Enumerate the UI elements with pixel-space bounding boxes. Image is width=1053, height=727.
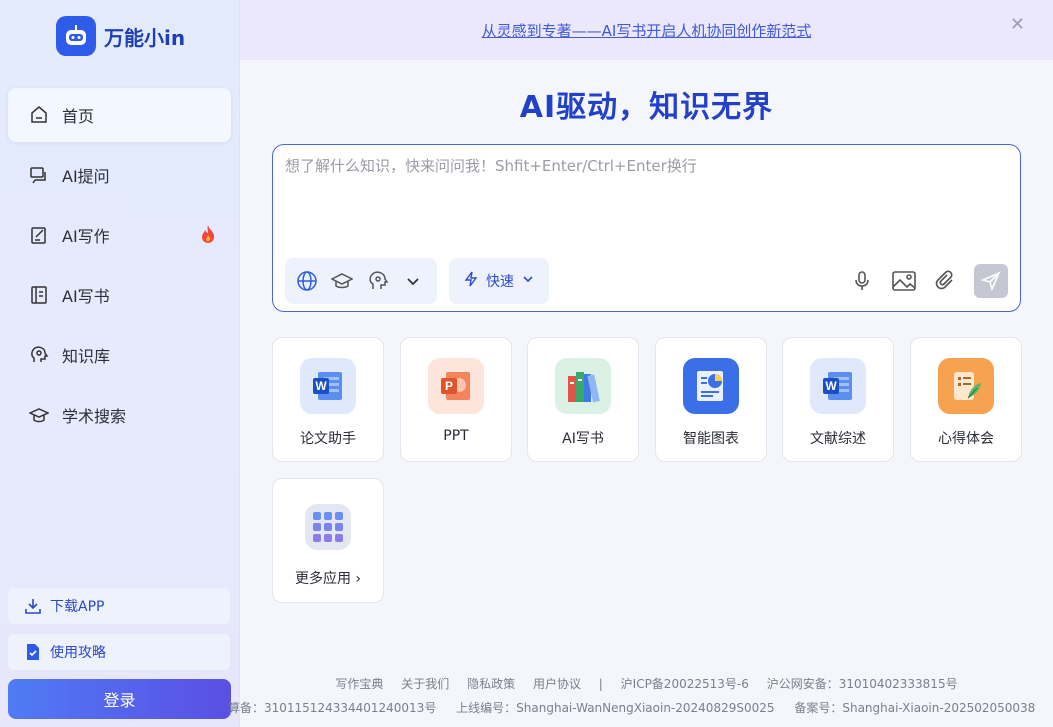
notes-feather-icon	[938, 358, 994, 414]
chat-icon	[28, 164, 50, 186]
sidebar-item-label: AI写作	[62, 227, 110, 246]
svg-text:P: P	[445, 379, 453, 393]
mode-label: 快速	[486, 274, 514, 290]
footer-link[interactable]: 关于我们	[401, 677, 449, 691]
apps-grid-icon	[305, 504, 351, 550]
chevron-right-icon: ›	[355, 571, 362, 587]
footer-link[interactable]: 写作宝典	[335, 677, 383, 691]
question-input[interactable]	[285, 155, 1005, 245]
promo-banner: 从灵感到专著——AI写书开启人机协同创作新范式 ✕	[240, 0, 1053, 60]
app-card-literature-review[interactable]: W 文献综述	[782, 337, 894, 462]
robot-logo-icon	[56, 16, 96, 56]
download-app-label: 下载APP	[50, 599, 105, 615]
footer-icp[interactable]: 沪ICP备20022513号-6	[621, 677, 749, 691]
app-name: 万能小in	[104, 25, 186, 50]
brain-icon	[28, 344, 50, 366]
chat-input-box: 快速	[272, 144, 1021, 312]
close-icon[interactable]: ✕	[1010, 14, 1025, 35]
sidebar-item-label: AI提问	[62, 167, 110, 186]
download-icon	[24, 597, 42, 615]
sidebar-item-label: 知识库	[62, 347, 111, 366]
fire-icon	[199, 224, 217, 248]
sidebar-item-knowledge[interactable]: 知识库	[8, 328, 231, 382]
sidebar-item-home[interactable]: 首页	[8, 88, 231, 142]
app-card-more-apps[interactable]: 更多应用 ›	[272, 478, 384, 603]
lightning-icon	[464, 271, 478, 291]
app-label: 智能图表	[683, 431, 739, 447]
app-card-ppt[interactable]: P PPT	[400, 337, 512, 462]
svg-text:W: W	[825, 379, 837, 393]
books-icon	[555, 358, 611, 414]
globe-icon[interactable]	[295, 269, 319, 293]
banner-link[interactable]: 从灵感到专著——AI写书开启人机协同创作新范式	[482, 20, 812, 41]
sidebar-item-label: 学术搜索	[62, 407, 127, 426]
attachment-icon[interactable]	[932, 267, 960, 295]
sidebar-item-ai-writing[interactable]: AI写作	[8, 208, 231, 262]
usage-guide-button[interactable]: 使用攻略	[8, 634, 230, 670]
guide-doc-icon	[24, 643, 42, 661]
download-app-button[interactable]: 下载APP	[8, 588, 230, 624]
sidebar-item-ai-book[interactable]: AI写书	[8, 268, 231, 322]
input-actions	[834, 264, 1008, 298]
footer-links: 写作宝典 关于我们 隐私政策 用户协议 | 沪ICP备20022513号-6 沪…	[240, 675, 1053, 692]
input-tool-group	[285, 258, 437, 304]
usage-guide-label: 使用攻略	[50, 645, 106, 661]
chevron-down-icon	[522, 273, 534, 289]
chart-icon	[683, 358, 739, 414]
send-button[interactable]	[974, 264, 1008, 298]
sidebar-item-academic-search[interactable]: 学术搜索	[8, 388, 231, 442]
sidebar-nav: 首页 AI提问 AI写作 AI写书 知识库 学术搜索	[8, 88, 231, 448]
brain-icon[interactable]	[366, 269, 390, 293]
sidebar-item-ai-ask[interactable]: AI提问	[8, 148, 231, 202]
sidebar-item-label: 首页	[62, 107, 95, 126]
app-card-paper-assistant[interactable]: W 论文助手	[272, 337, 384, 462]
footer-algorithm-record: 算备：310115124334401240013号	[228, 701, 437, 715]
sidebar: 万能小in 首页 AI提问 AI写作 AI写书 知识库 学术搜索 下载APP 使…	[0, 0, 240, 727]
footer-divider: |	[598, 677, 603, 691]
app-label: 心得体会	[938, 431, 994, 447]
footer-link[interactable]: 用户协议	[533, 677, 581, 691]
home-icon	[28, 104, 50, 126]
svg-text:W: W	[315, 379, 327, 393]
app-card-smart-chart[interactable]: 智能图表	[655, 337, 767, 462]
word-doc-icon: W	[300, 358, 356, 414]
app-label: AI写书	[562, 431, 604, 447]
footer-launch-number: 上线编号：Shanghai-WanNengXiaoin-20240829S002…	[456, 701, 775, 715]
mode-select-button[interactable]: 快速	[449, 258, 549, 304]
app-card-reflections[interactable]: 心得体会	[910, 337, 1022, 462]
app-card-ai-book[interactable]: AI写书	[527, 337, 639, 462]
footer-records: 算备：310115124334401240013号 上线编号：Shanghai-…	[228, 699, 1048, 716]
logo[interactable]: 万能小in	[56, 16, 185, 56]
app-label: PPT	[443, 428, 469, 444]
ppt-icon: P	[428, 358, 484, 414]
login-button[interactable]: 登录	[8, 679, 231, 719]
word-doc-icon: W	[810, 358, 866, 414]
app-label: 论文助手	[300, 431, 356, 447]
page-title: AI驱动，知识无界	[519, 90, 774, 125]
image-icon[interactable]	[890, 267, 918, 295]
mortarboard-icon[interactable]	[331, 269, 355, 293]
footer-filing-number: 备案号：Shanghai-Xiaoin-202502050038	[794, 701, 1036, 715]
footer-link[interactable]: 隐私政策	[467, 677, 515, 691]
app-label: 文献综述	[810, 431, 866, 447]
sidebar-item-label: AI写书	[62, 287, 110, 306]
microphone-icon[interactable]	[848, 267, 876, 295]
more-apps-label: 更多应用 ›	[295, 568, 361, 588]
main-content: AI驱动，知识无界 快速	[228, 60, 1053, 727]
chevron-down-icon[interactable]	[402, 269, 426, 293]
book-icon	[28, 284, 50, 306]
app-label: 更多应用	[294, 571, 351, 587]
edit-icon	[28, 224, 50, 246]
mortarboard-icon	[28, 404, 50, 426]
footer-police-record[interactable]: 沪公网安备：31010402333815号	[767, 677, 958, 691]
